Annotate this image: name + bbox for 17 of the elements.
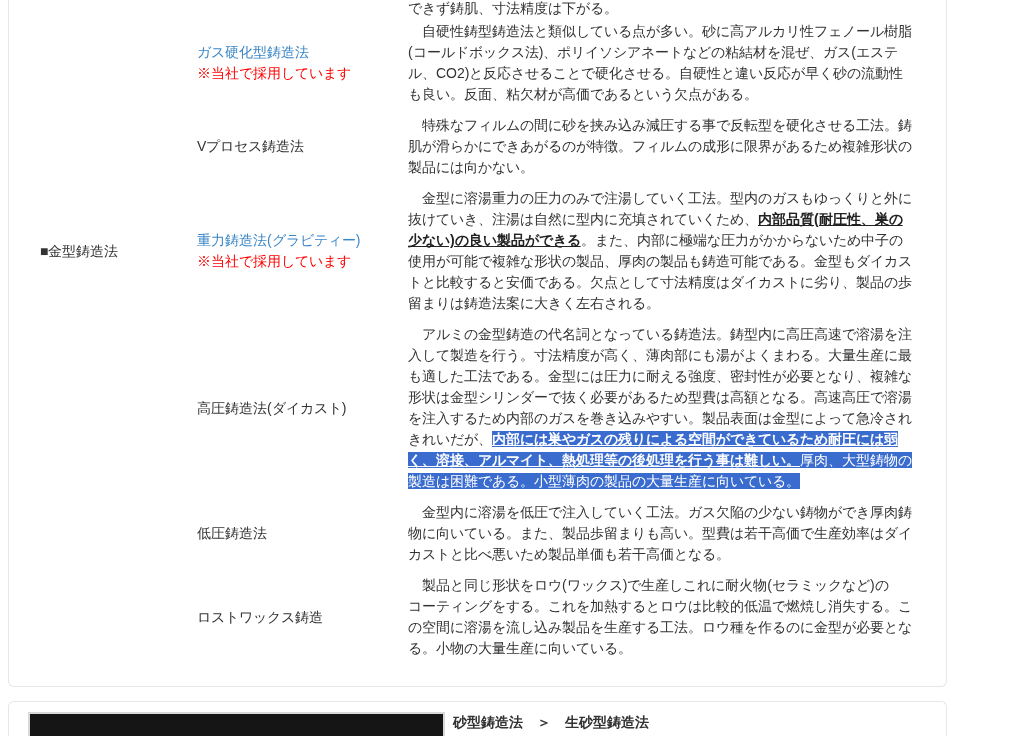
method-name: ロストワックス鋳造 bbox=[197, 607, 323, 627]
description-text: アルミの金型鋳造の代名詞となっている鋳造法。鋳型内に高圧高速で溶湯を注入して製造を行う。寸法精度が高く、薄肉部にも湯がよくまわる。大量生産に最も適した工法である。金型には圧力に耐える強度、密封性が必要となり、複雑な形状は金型シリンダーで抜く必要があるため型費は高額となる。高速高圧で溶湯を注入するため内部のガスを巻き込みやすい。製品表面は金型によって急冷されきれいだが、内部には巣やガスの残りによる空間ができているため耐圧には弱く、溶接、アルマイト、熱処理等の後処理を行う事は難しい。厚肉、大型鋳物の製造は困難である。小型薄肉の製品の大量生産に向いている。 bbox=[408, 325, 913, 491]
description-text: 特殊なフィルムの間に砂を挟み込み減圧する事で反転型を硬化させる工法。鋳肌が滑らかにできあがるのが特徴。フィルムの成形に限界があるため複雑形状の製品には向かない。 bbox=[408, 116, 913, 177]
method-link[interactable]: 重力鋳造法(グラビティー) bbox=[197, 230, 361, 251]
description-text: 自硬性鋳型鋳造法と類似している点が多い。砂に高アルカリ性フェノール樹脂(コールドボックス法)、ポリイソシアネートなどの粘結材を混ぜ、ガス(エステル、CO2)と反応させることで硬化させる。自硬性と違い反応が早く砂の流動性も良い。反面、粘欠材が高価であるという欠点がある。 bbox=[408, 22, 913, 104]
description-text: 金型内に溶湯を低圧で注入していく工法。ガス欠陥の少ない鋳物ができ厚肉鋳物に向いている。また、製品歩留まりも高い。型費は若干高価で生産効率はダイカストと比べ悪いため製品単価も若干高価となる。 bbox=[408, 503, 913, 564]
description-text: できず鋳肌、寸法精度は下がる。 bbox=[408, 0, 619, 16]
category-label: ■金型鋳造法 bbox=[40, 242, 119, 259]
description-text: 製品と同じ形状をロウ(ワックス)で生産しこれに耐火物(セラミックなど)のコーティングをする。これを加熱するとロウは比較的低温で燃焼し消失する。この空間に溶湯を流し込み製品を生産する工法。ロウ種を作るのに金型が必要となる。小物の大量生産に向いている。 bbox=[408, 576, 913, 658]
section-heading: 砂型鋳造法 ＞ 生砂型鋳造法 bbox=[453, 713, 649, 732]
method-name: 低圧鋳造法 bbox=[197, 524, 267, 543]
description-text: 金型に溶湯重力の圧力のみで注湯していく工法。型内のガスもゆっくりと外に抜けていき、注湯は自然に型内に充填されていくため、内部品質(耐圧性、巣の少ない)の良い製品ができる。また、内部に極端な圧力がかからないため中子の使用が可能で複雑な形状の製品、厚肉の製品も鋳造可能である。金型もダイカストと比較すると安価である。欠点として寸法精度はダイカストに劣り、製品の歩留まりは鋳造法案に大きく左右される。 bbox=[408, 189, 913, 313]
adoption-note: ※当社で採用しています bbox=[197, 64, 351, 83]
adoption-note: ※当社で採用しています bbox=[197, 252, 351, 271]
method-link[interactable]: ガス硬化型鋳造法 bbox=[197, 42, 309, 63]
method-name: 高圧鋳造法(ダイカスト) bbox=[197, 398, 347, 418]
method-name: Vプロセス鋳造法 bbox=[197, 137, 305, 156]
